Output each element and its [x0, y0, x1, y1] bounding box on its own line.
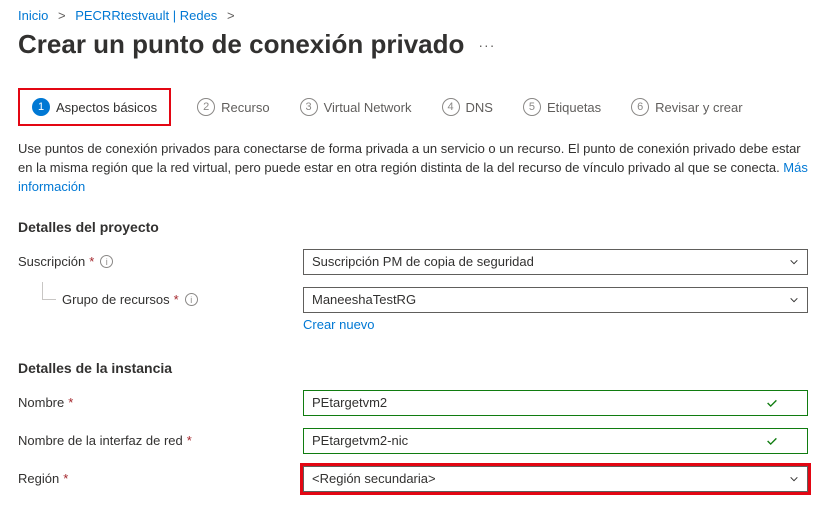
step-number-icon: 6	[631, 98, 649, 116]
required-icon: *	[89, 254, 94, 269]
step-number-icon: 5	[523, 98, 541, 116]
breadcrumb-home[interactable]: Inicio	[18, 8, 48, 23]
step-number-icon: 1	[32, 98, 50, 116]
select-value: Suscripción PM de copia de seguridad	[312, 254, 534, 269]
name-row: Nombre * PEtargetvm2	[18, 390, 809, 416]
input-value: PEtargetvm2-nic	[312, 433, 408, 448]
intro-text: Use puntos de conexión privados para con…	[18, 140, 808, 197]
intro-body: Use puntos de conexión privados para con…	[18, 141, 801, 175]
nic-name-label: Nombre de la interfaz de red *	[18, 433, 303, 448]
required-icon: *	[187, 433, 192, 448]
nic-name-input[interactable]: PEtargetvm2-nic	[303, 428, 808, 454]
required-icon: *	[63, 471, 68, 486]
page-title-row: Crear un punto de conexión privado ···	[18, 29, 809, 60]
label-text: Región	[18, 471, 59, 486]
info-icon[interactable]: i	[100, 255, 113, 268]
breadcrumb-vault[interactable]: PECRRtestvault | Redes	[75, 8, 217, 23]
select-value: <Región secundaria>	[312, 471, 436, 486]
step-number-icon: 3	[300, 98, 318, 116]
label-text: Nombre de la interfaz de red	[18, 433, 183, 448]
nic-name-row: Nombre de la interfaz de red * PEtargetv…	[18, 428, 809, 454]
tab-dns[interactable]: 4 DNS	[438, 92, 497, 122]
subscription-label: Suscripción * i	[18, 254, 303, 269]
info-icon[interactable]: i	[185, 293, 198, 306]
resource-group-label: Grupo de recursos * i	[18, 292, 303, 307]
resource-group-select[interactable]: ManeeshaTestRG	[303, 287, 808, 313]
chevron-down-icon	[789, 295, 799, 305]
tree-branch-icon	[42, 282, 56, 300]
checkmark-icon	[765, 434, 779, 448]
tab-label: Recurso	[221, 100, 269, 115]
tab-label: Revisar y crear	[655, 100, 742, 115]
tab-label: Aspectos básicos	[56, 100, 157, 115]
tab-label: Etiquetas	[547, 100, 601, 115]
step-number-icon: 4	[442, 98, 460, 116]
label-text: Nombre	[18, 395, 64, 410]
tab-label: Virtual Network	[324, 100, 412, 115]
region-row: Región * <Región secundaria>	[18, 466, 809, 492]
subscription-row: Suscripción * i Suscripción PM de copia …	[18, 249, 809, 275]
region-label: Región *	[18, 471, 303, 486]
breadcrumb: Inicio > PECRRtestvault | Redes >	[18, 8, 809, 23]
select-value: ManeeshaTestRG	[312, 292, 416, 307]
required-icon: *	[68, 395, 73, 410]
chevron-right-icon: >	[227, 8, 235, 23]
tab-tags[interactable]: 5 Etiquetas	[519, 92, 605, 122]
more-actions-button[interactable]: ···	[478, 37, 495, 53]
tab-label: DNS	[466, 100, 493, 115]
section-instance-details: Detalles de la instancia	[18, 360, 809, 376]
tab-resource[interactable]: 2 Recurso	[193, 92, 273, 122]
step-number-icon: 2	[197, 98, 215, 116]
create-new-resource-group-link[interactable]: Crear nuevo	[303, 317, 375, 332]
wizard-tabs: 1 Aspectos básicos 2 Recurso 3 Virtual N…	[18, 88, 809, 126]
region-select[interactable]: <Región secundaria>	[303, 466, 808, 492]
chevron-down-icon	[789, 474, 799, 484]
resource-group-row: Grupo de recursos * i ManeeshaTestRG	[18, 287, 809, 313]
chevron-right-icon: >	[58, 8, 66, 23]
input-value: PEtargetvm2	[312, 395, 387, 410]
subscription-select[interactable]: Suscripción PM de copia de seguridad	[303, 249, 808, 275]
tab-virtual-network[interactable]: 3 Virtual Network	[296, 92, 416, 122]
checkmark-icon	[765, 396, 779, 410]
required-icon: *	[174, 292, 179, 307]
page-title: Crear un punto de conexión privado	[18, 29, 464, 60]
tab-review-create[interactable]: 6 Revisar y crear	[627, 92, 746, 122]
tab-basics[interactable]: 1 Aspectos básicos	[18, 88, 171, 126]
label-text: Grupo de recursos	[62, 292, 170, 307]
section-project-details: Detalles del proyecto	[18, 219, 809, 235]
chevron-down-icon	[789, 257, 799, 267]
label-text: Suscripción	[18, 254, 85, 269]
name-input[interactable]: PEtargetvm2	[303, 390, 808, 416]
name-label: Nombre *	[18, 395, 303, 410]
